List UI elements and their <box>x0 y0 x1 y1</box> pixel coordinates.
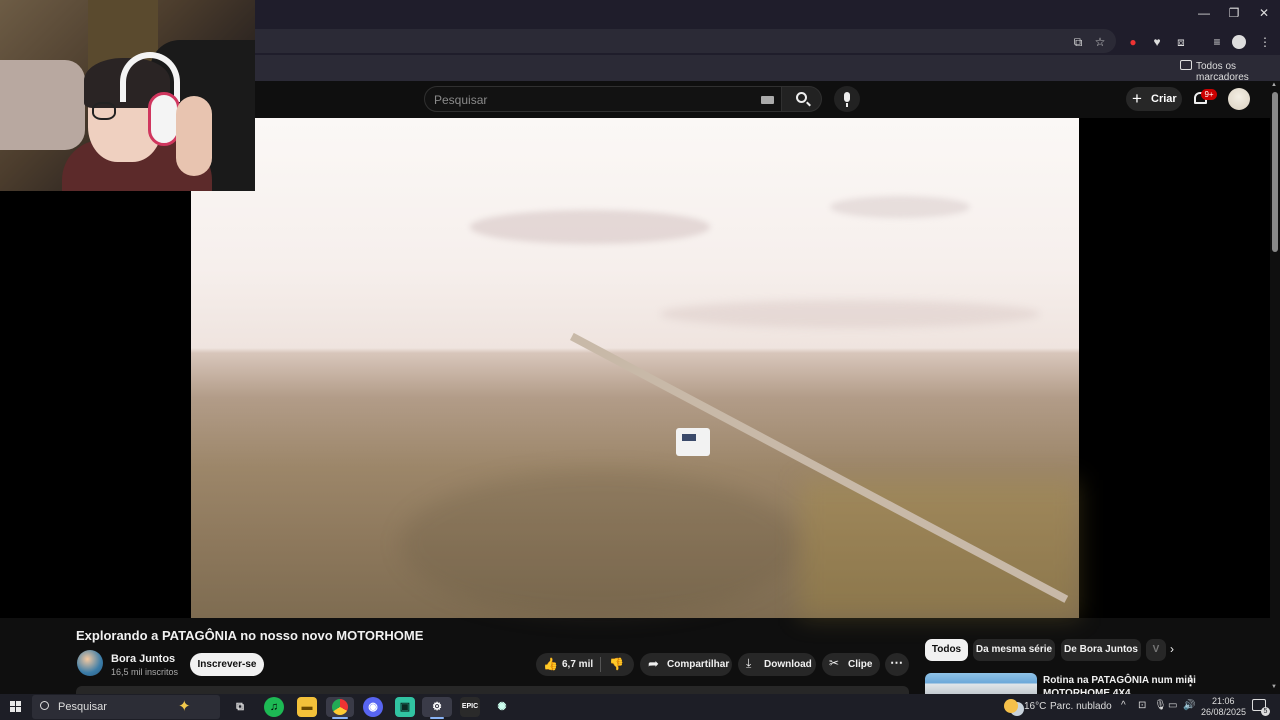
file-explorer-icon[interactable]: ▬ <box>297 697 317 717</box>
chip-from-channel[interactable]: De Bora Juntos <box>1061 639 1141 661</box>
video-cloud <box>470 210 710 244</box>
folder-icon <box>1180 60 1192 70</box>
close-button[interactable]: ✕ <box>1250 4 1278 22</box>
mic-icon <box>844 92 850 102</box>
video-terrain <box>800 480 1079 618</box>
scroll-up-arrow[interactable]: ▲ <box>1271 82 1277 88</box>
mic-icon[interactable]: 🎙 <box>1154 700 1167 711</box>
video-cloud <box>830 196 970 218</box>
address-bar[interactable] <box>240 29 1116 53</box>
webcam-background-bed <box>0 60 85 150</box>
like-count[interactable]: 6,7 mil <box>562 659 593 670</box>
recommended-thumbnail[interactable] <box>925 673 1037 694</box>
chevron-right-icon[interactable]: › <box>1170 642 1174 656</box>
browser-menu-icon[interactable]: ⋮ <box>1256 33 1274 51</box>
volume-icon[interactable]: 🔊 <box>1183 700 1195 711</box>
tray-chevron-up-icon[interactable]: ^ <box>1121 700 1126 711</box>
weather-icon[interactable] <box>1004 699 1018 713</box>
download-icon: ⤓ <box>746 656 752 670</box>
weather-temperature[interactable]: 16°C <box>1024 701 1046 712</box>
channel-subscriber-count: 16,5 mil inscritos <box>111 667 179 677</box>
taskbar-search-label: Pesquisar <box>58 701 107 713</box>
video-terrain <box>400 470 800 618</box>
extensions-puzzle-icon[interactable]: ⧈ <box>1172 33 1190 51</box>
download-label: Download <box>764 659 812 670</box>
more-icon: ⋯ <box>890 655 903 670</box>
bookmark-star-icon[interactable]: ☆ <box>1091 33 1109 51</box>
steam-icon[interactable]: ⚙ <box>422 697 452 717</box>
active-app-indicator <box>430 717 444 719</box>
description-box[interactable] <box>76 686 909 694</box>
search-placeholder: Pesquisar <box>434 93 488 107</box>
discord-icon[interactable]: ◉ <box>363 697 383 717</box>
task-view-icon[interactable]: ⧉ <box>230 697 250 717</box>
avatar[interactable] <box>1228 88 1250 110</box>
windows-start-icon[interactable] <box>10 701 22 713</box>
video-motorhome <box>676 428 710 456</box>
extension-pokeball-icon[interactable]: ● <box>1124 33 1142 51</box>
chip-same-series[interactable]: Da mesma série <box>973 639 1055 661</box>
mic-icon-stem <box>846 103 848 107</box>
plus-icon: + <box>1132 89 1142 108</box>
active-app-indicator <box>332 717 348 719</box>
video-motorhome-window <box>682 434 696 441</box>
subscribe-button[interactable]: Inscrever-se <box>190 653 264 676</box>
channel-avatar[interactable] <box>77 650 103 676</box>
search-icon <box>40 701 49 710</box>
search-icon <box>796 92 807 103</box>
scissors-icon: ✂ <box>829 656 840 670</box>
clip-label: Clipe <box>848 659 873 670</box>
recommended-title[interactable]: Rotina na PATAGÔNIA num mini <box>1043 675 1196 686</box>
chip-more[interactable]: V <box>1146 639 1166 661</box>
sparkle-icon[interactable]: ✦ <box>178 697 191 715</box>
thumbs-up-icon[interactable]: 👍 <box>543 657 558 671</box>
webcam-person-hand <box>176 96 212 176</box>
clock-date[interactable]: 26/08/2025 <box>1201 707 1246 717</box>
epic-games-icon[interactable]: EPIC <box>460 697 480 717</box>
video-title: Explorando a PATAGÔNIA no nosso novo MOT… <box>76 628 424 643</box>
chrome-icon <box>332 699 348 715</box>
video-cloud <box>660 300 1040 328</box>
clock-time[interactable]: 21:06 <box>1212 696 1235 706</box>
install-app-icon[interactable]: ⧉ <box>1069 33 1087 51</box>
spotify-icon[interactable]: ♫ <box>264 697 284 717</box>
weather-description[interactable]: Parc. nublado <box>1050 701 1112 712</box>
streamlabs-icon[interactable]: ▣ <box>395 697 415 717</box>
media-controls-icon[interactable]: ≡ <box>1208 33 1226 51</box>
chip-all[interactable]: Todos <box>925 639 968 661</box>
network-icon[interactable]: ▭ <box>1168 700 1177 711</box>
share-label: Compartilhar <box>667 659 730 670</box>
app-icon[interactable]: ✺ <box>492 697 512 717</box>
share-icon: ➦ <box>648 656 659 671</box>
bookmarks-folder[interactable]: Todos os marcadores <box>1196 61 1280 83</box>
webcam-overlay <box>0 0 255 191</box>
notification-badge: 9+ <box>1201 89 1217 100</box>
keyboard-icon[interactable] <box>761 96 774 104</box>
scrollbar-thumb[interactable] <box>1272 92 1278 252</box>
thumbs-down-icon[interactable]: 👎 <box>609 657 624 671</box>
recommended-menu-icon[interactable]: ⋮ <box>1184 673 1197 689</box>
extension-heart-icon[interactable]: ♥ <box>1148 33 1166 51</box>
tray-app-icon[interactable]: ⊡ <box>1138 700 1146 711</box>
scroll-down-arrow[interactable]: ▼ <box>1271 684 1277 690</box>
channel-name[interactable]: Bora Juntos <box>111 653 175 665</box>
like-divider <box>600 657 601 672</box>
minimize-button[interactable]: — <box>1190 4 1218 22</box>
restore-button[interactable]: ❐ <box>1220 4 1248 22</box>
create-label: Criar <box>1151 93 1177 105</box>
notification-count: 5 <box>1261 707 1270 716</box>
browser-profile-icon[interactable] <box>1232 35 1246 49</box>
webcam-person-glasses <box>92 102 116 120</box>
